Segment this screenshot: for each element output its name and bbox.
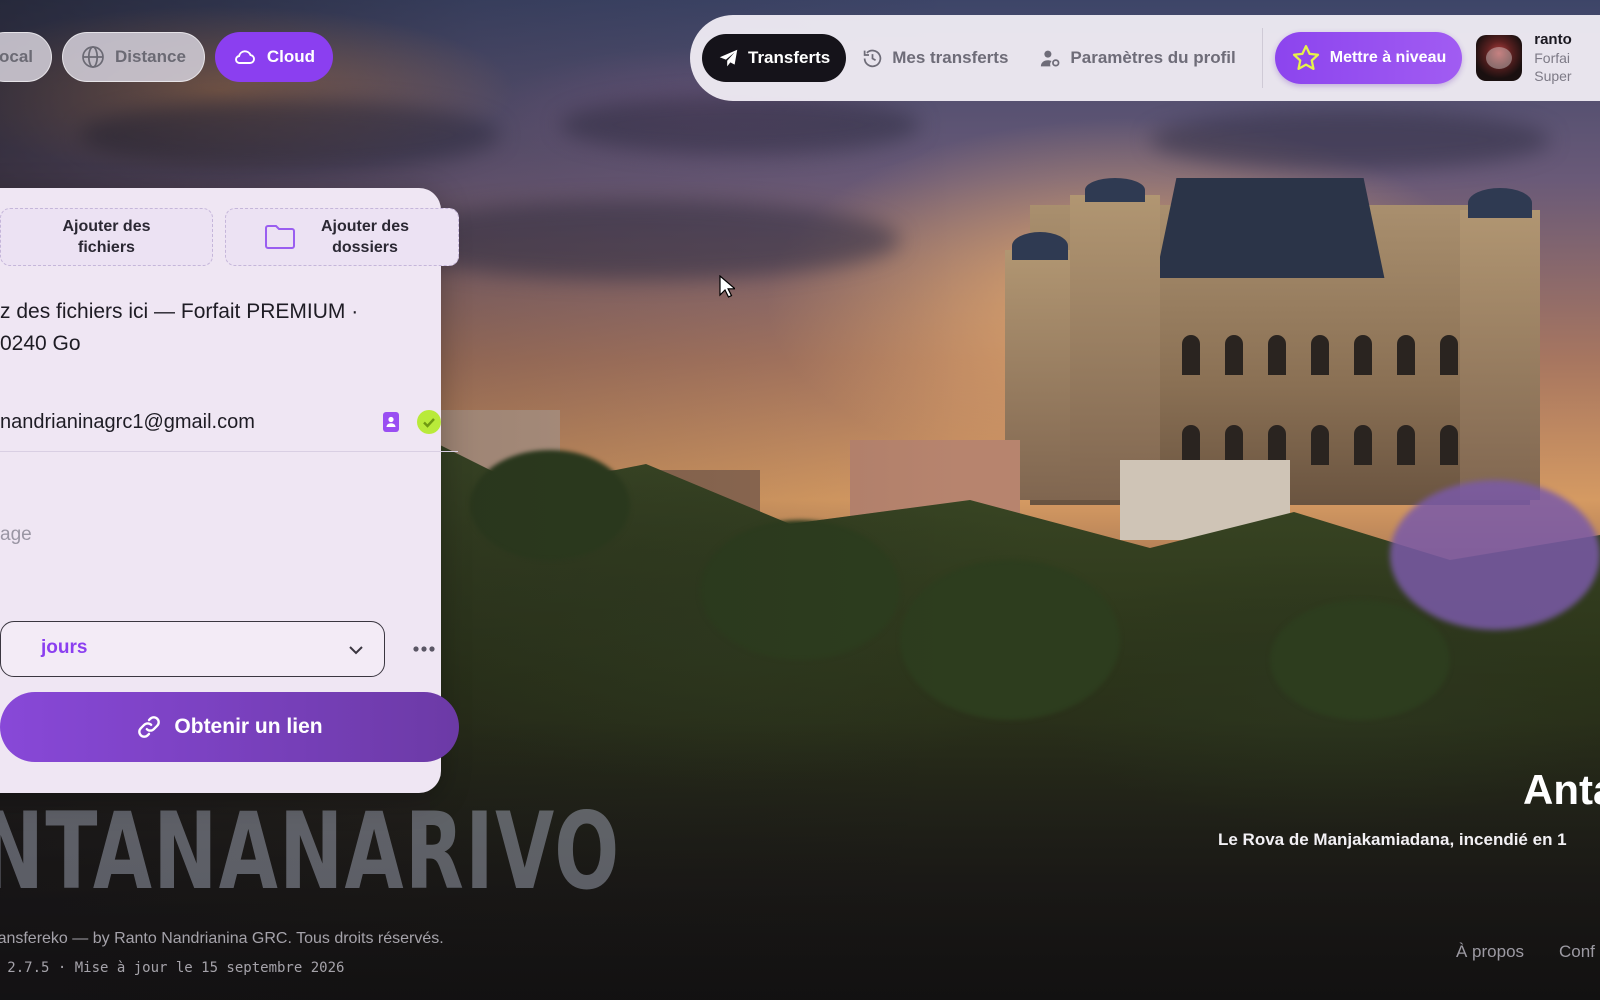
upgrade-button[interactable]: Mettre à niveau <box>1274 32 1463 84</box>
add-folders-label: Ajouter des dossiers <box>320 218 409 256</box>
drop-zone-text: z des fichiers ici — Forfait PREMIUM · 0… <box>0 300 359 355</box>
mode-cloud-label: Cloud <box>266 47 316 66</box>
footer-version: on 2.7.5 · Mise à jour le 15 septembre 2… <box>0 960 345 976</box>
mode-distance-label: Distance <box>115 47 186 66</box>
more-dots-icon[interactable] <box>408 634 440 664</box>
check-icon <box>417 410 441 434</box>
cloud-icon <box>235 50 255 64</box>
nav-transfers[interactable]: Transferts <box>702 34 847 82</box>
hero-caption: Le Rova de Manjakamiadana, incendié en 1 <box>1218 830 1567 849</box>
recipient-email-value: nandrianinagrc1@gmail.com <box>0 411 255 433</box>
user-info[interactable]: ranto Forfai Super <box>1534 31 1594 85</box>
add-folders-button[interactable]: Ajouter des dossiers <box>225 208 459 266</box>
link-icon <box>138 716 161 738</box>
get-link-button[interactable]: Obtenir un lien <box>0 692 459 762</box>
card-content: Ajouter des fichiers Ajouter des dossier… <box>0 188 459 793</box>
city-watermark: NTANANARIVO <box>0 790 621 913</box>
footer-privacy-link[interactable]: Conf <box>1559 942 1595 962</box>
add-files-button[interactable]: Ajouter des fichiers <box>0 208 213 266</box>
nav-profile-settings-label: Paramètres du profil <box>1070 48 1236 67</box>
transfer-mode-switch: ocal Distance Cloud <box>0 32 334 82</box>
nav-my-transfers-label: Mes transferts <box>892 48 1009 67</box>
user-settings-icon <box>1041 50 1060 67</box>
chevron-down-icon <box>349 646 363 655</box>
contact-book-icon[interactable] <box>380 411 402 433</box>
hero-title: Anta <box>1523 766 1600 813</box>
footer-about-link[interactable]: À propos <box>1456 942 1524 962</box>
get-link-label: Obtenir un lien <box>174 715 323 738</box>
nav-transfers-label: Transferts <box>748 48 831 67</box>
nav-my-transfers[interactable]: Mes transferts <box>846 34 1024 82</box>
footer-copyright: 6 Transfereko — by Ranto Nandrianina GRC… <box>0 930 444 947</box>
upgrade-label: Mettre à niveau <box>1329 49 1447 66</box>
top-navigation: Transferts Mes transferts Paramètres du … <box>690 15 1600 101</box>
expiry-select[interactable]: jours <box>0 621 385 677</box>
message-field[interactable]: age <box>0 524 32 546</box>
history-icon <box>863 49 882 67</box>
mode-cloud-button[interactable]: Cloud <box>214 32 334 82</box>
avatar[interactable] <box>1476 35 1523 81</box>
nav-divider <box>1261 28 1263 88</box>
user-plan-line1: Forfai <box>1534 50 1571 66</box>
recipient-email-field[interactable]: nandrianinagrc1@gmail.com <box>0 405 458 452</box>
expiry-value: jours <box>41 637 88 658</box>
user-name: ranto <box>1534 31 1572 48</box>
mode-local-label: ocal <box>0 47 34 66</box>
add-files-label: Ajouter des fichiers <box>62 218 151 256</box>
user-plan-line2: Super <box>1534 68 1572 84</box>
transfer-card: Ajouter des fichiers Ajouter des dossier… <box>0 188 459 793</box>
mode-distance-button[interactable]: Distance <box>62 32 205 82</box>
globe-icon <box>82 46 104 68</box>
star-icon <box>1292 45 1319 71</box>
folder-icon <box>265 225 295 249</box>
paper-plane-icon <box>719 49 738 66</box>
nav-profile-settings[interactable]: Paramètres du profil <box>1024 34 1251 82</box>
cursor-icon <box>719 275 735 298</box>
mode-local-button[interactable]: ocal <box>0 32 53 82</box>
